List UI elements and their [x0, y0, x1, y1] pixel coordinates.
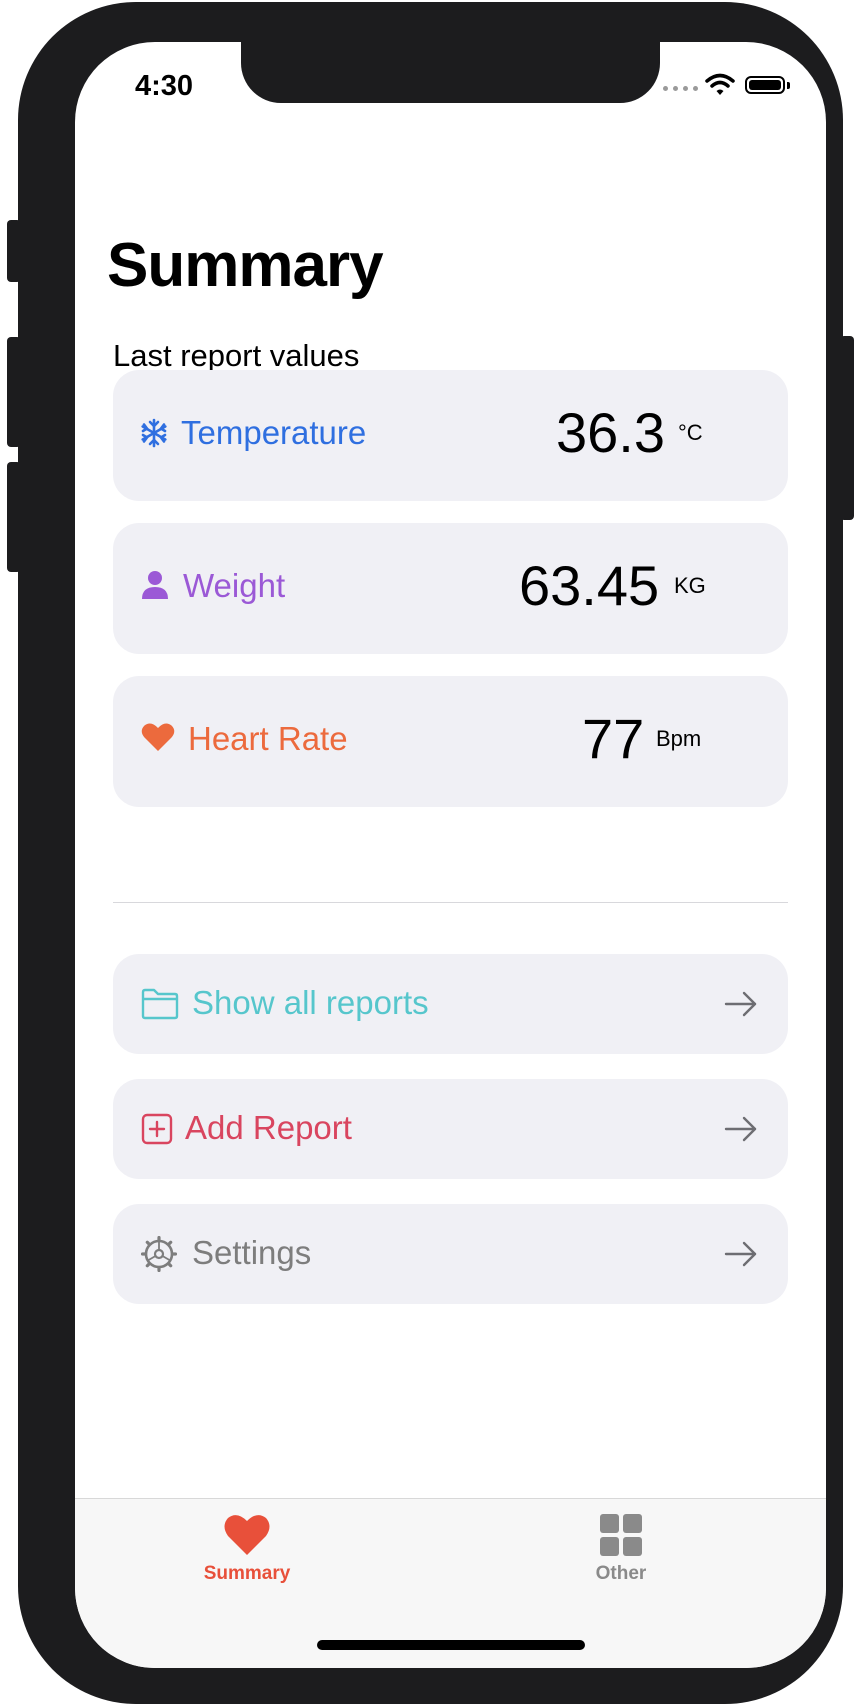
- notch: [241, 42, 660, 103]
- battery-icon: [745, 76, 785, 94]
- add-report-label: Add Report: [185, 1109, 352, 1146]
- heart-rate-value: 77: [582, 707, 645, 770]
- tab-summary-label: Summary: [203, 1563, 291, 1584]
- tab-other[interactable]: Other: [521, 1513, 721, 1585]
- status-icons: [663, 72, 803, 100]
- phone-frame: 4:30 Summary Last report values Temperat…: [18, 2, 843, 1704]
- show-all-reports-label: Show all reports: [192, 984, 429, 1021]
- temperature-unit: °C: [678, 420, 703, 445]
- wifi-icon: [705, 73, 735, 95]
- arrow-right-icon: [724, 991, 757, 1017]
- gear-icon: [141, 1236, 177, 1272]
- tab-other-label: Other: [595, 1563, 647, 1584]
- temperature-card[interactable]: Temperature 36.3 °C: [113, 370, 788, 501]
- add-report-button[interactable]: Add Report: [113, 1079, 788, 1179]
- snowflake-icon: [141, 418, 167, 448]
- tab-summary[interactable]: Summary: [147, 1513, 347, 1585]
- temperature-value: 36.3: [556, 401, 665, 464]
- cellular-signal-icon: [663, 86, 698, 91]
- grid-icon: [600, 1514, 642, 1556]
- weight-card[interactable]: Weight 63.45 KG: [113, 523, 788, 654]
- heart-icon: [224, 1515, 270, 1555]
- arrow-right-icon: [724, 1241, 757, 1267]
- heart-icon: [141, 723, 175, 751]
- plus-square-icon: [141, 1113, 173, 1145]
- settings-label: Settings: [192, 1234, 312, 1271]
- weight-value: 63.45: [519, 554, 660, 617]
- status-time: 4:30: [135, 70, 194, 102]
- weight-unit: KG: [674, 573, 706, 598]
- show-all-reports-button[interactable]: Show all reports: [113, 954, 788, 1054]
- home-indicator[interactable]: [317, 1640, 585, 1650]
- screen: 4:30 Summary Last report values Temperat…: [75, 42, 826, 1668]
- person-icon: [142, 571, 168, 599]
- section-divider: [113, 902, 788, 903]
- settings-button[interactable]: Settings: [113, 1204, 788, 1304]
- heart-rate-card[interactable]: Heart Rate 77 Bpm: [113, 676, 788, 807]
- weight-label: Weight: [183, 567, 286, 604]
- battery-tip: [787, 82, 790, 89]
- temperature-label: Temperature: [181, 414, 367, 451]
- page-title: Summary: [107, 231, 384, 300]
- arrow-right-icon: [724, 1116, 757, 1142]
- folder-icon: [141, 988, 179, 1020]
- heart-rate-unit: Bpm: [656, 726, 702, 751]
- page-subtitle: Last report values: [113, 338, 360, 373]
- heart-rate-label: Heart Rate: [188, 720, 348, 757]
